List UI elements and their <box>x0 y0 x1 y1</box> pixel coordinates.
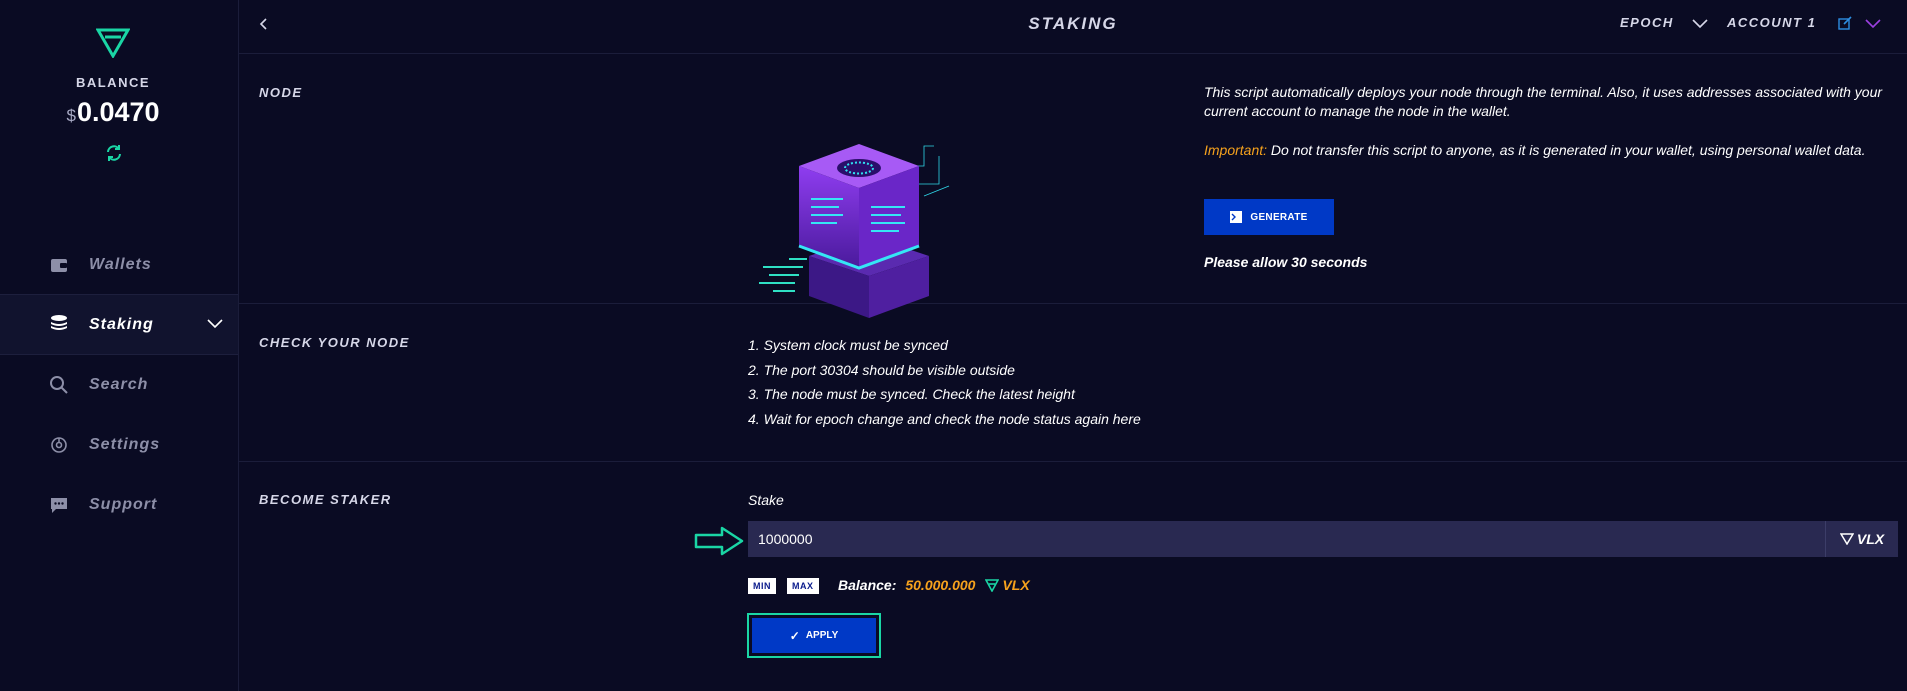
chevron-down-icon[interactable] <box>1692 16 1708 30</box>
sidebar-item-label: Staking <box>89 315 154 333</box>
edit-icon[interactable] <box>1838 16 1852 30</box>
apply-button[interactable]: ✓ APPLY <box>752 618 876 653</box>
list-item: 2. The port 30304 should be visible outs… <box>748 361 1015 378</box>
velas-logo-icon <box>985 578 1000 592</box>
chevron-down-icon[interactable] <box>1865 17 1881 29</box>
balance-unit: VLX <box>985 577 1030 593</box>
balance-amount: 0.0470 <box>76 97 160 127</box>
generate-label: GENERATE <box>1250 211 1308 223</box>
epoch-link[interactable]: EPOCH <box>1620 15 1674 30</box>
apply-button-highlight: ✓ APPLY <box>747 613 881 658</box>
account-selector[interactable]: ACCOUNT 1 <box>1727 15 1816 30</box>
sidebar-item-support[interactable]: Support <box>0 476 238 534</box>
balance-row: Balance: 50.000.000 VLX <box>838 577 1030 593</box>
important-label: Important: <box>1204 142 1268 158</box>
balance-label: BALANCE <box>75 75 151 90</box>
important-text: Do not transfer this script to anyone, a… <box>1267 142 1866 158</box>
terminal-icon <box>1230 211 1243 223</box>
node-server-illustration <box>759 144 950 318</box>
list-item: 4. Wait for epoch change and check the n… <box>748 410 1141 427</box>
chat-icon <box>51 498 67 513</box>
refresh-icon[interactable] <box>105 144 123 162</box>
sidebar-item-label: Settings <box>89 436 161 453</box>
wallet-icon <box>51 259 67 272</box>
stake-amount-input[interactable] <box>748 521 1825 557</box>
stack-icon <box>51 315 67 330</box>
velas-logo-icon <box>1839 533 1854 545</box>
list-item: 1. System clock must be synced <box>748 337 948 353</box>
section-title: NODE <box>259 85 303 100</box>
sidebar-item-label: Search <box>89 376 149 393</box>
sidebar-item-wallets[interactable]: Wallets <box>0 236 238 294</box>
sidebar-item-label: Support <box>89 496 158 513</box>
sidebar-item-search[interactable]: Search <box>0 356 238 414</box>
arrow-right-icon <box>694 526 744 556</box>
balance-amount: 50.000.000 <box>905 577 976 593</box>
sidebar: BALANCE $0.0470 Wallets Staking Search S… <box>0 0 239 691</box>
node-section: NODE This script automatically deploys y… <box>239 54 1907 318</box>
balance-value: $0.0470 <box>0 97 226 128</box>
stake-label: Stake <box>748 492 784 508</box>
top-header: STAKING EPOCH ACCOUNT 1 <box>239 0 1907 54</box>
check-steps-list: 1. System clock must be synced 2. The po… <box>748 333 1141 431</box>
check-icon: ✓ <box>789 628 800 643</box>
chevron-down-icon[interactable] <box>207 316 223 330</box>
node-warning: Important: Do not transfer this script t… <box>1204 141 1884 160</box>
list-item: 3. The node must be synced. Check the la… <box>748 386 1075 402</box>
sidebar-item-staking[interactable]: Staking <box>0 294 238 355</box>
currency-symbol: $ <box>66 106 76 125</box>
become-staker-section: BECOME STAKER Stake VLX MIN MAX Balance:… <box>239 462 1907 691</box>
check-node-section: CHECK YOUR NODE 1. System clock must be … <box>239 304 1907 462</box>
section-title: BECOME STAKER <box>259 492 392 507</box>
allow-time-text: Please allow 30 seconds <box>1204 254 1368 270</box>
section-title: CHECK YOUR NODE <box>259 335 410 350</box>
min-button[interactable]: MIN <box>748 578 776 594</box>
max-button[interactable]: MAX <box>787 578 819 594</box>
stake-unit: VLX <box>1825 521 1898 557</box>
gear-icon <box>51 437 67 453</box>
node-description: This script automatically deploys your n… <box>1204 83 1884 121</box>
node-description-text: This script automatically deploys your n… <box>1204 84 1883 119</box>
search-icon <box>50 376 68 394</box>
sidebar-item-label: Wallets <box>89 256 152 273</box>
stake-input-group: VLX <box>748 521 1898 557</box>
balance-label: Balance: <box>838 577 897 593</box>
apply-label: APPLY <box>805 630 839 641</box>
velas-logo-icon <box>96 28 130 58</box>
stake-unit-label: VLX <box>1856 531 1885 547</box>
sidebar-item-settings[interactable]: Settings <box>0 416 238 474</box>
balance-unit-label: VLX <box>1002 577 1030 593</box>
generate-button[interactable]: GENERATE <box>1204 199 1334 235</box>
